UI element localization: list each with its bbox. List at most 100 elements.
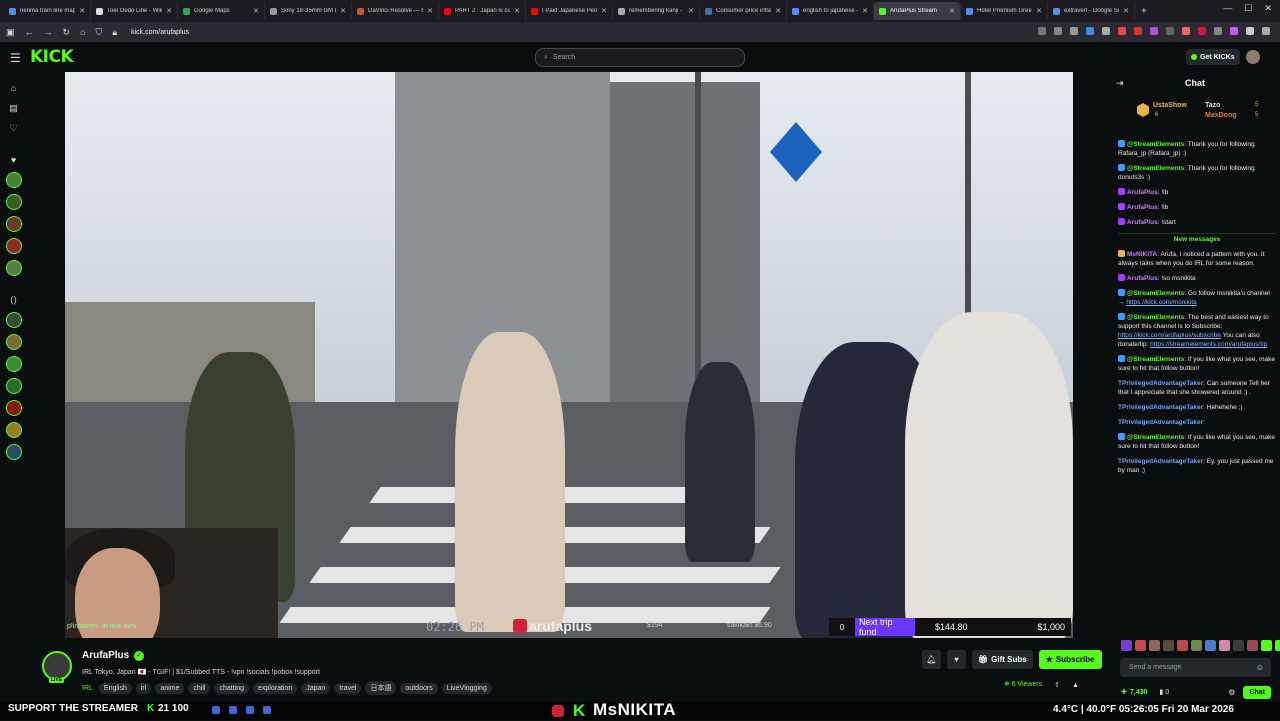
new-tab-button[interactable]: + xyxy=(1135,6,1153,17)
stream-tag[interactable]: travel xyxy=(334,682,362,694)
following-icon[interactable]: ♡ xyxy=(7,122,20,135)
browser-tab[interactable]: Google Maps ✕ xyxy=(178,2,265,20)
follow-heart-icon[interactable]: ♥ xyxy=(947,650,966,669)
channel-name[interactable]: ArufaPlus xyxy=(82,650,129,661)
menu-icon[interactable] xyxy=(1262,27,1270,35)
stream-tag[interactable]: anime xyxy=(155,682,185,694)
chat-username[interactable]: TPrivilegedAdvantageTaker xyxy=(1118,380,1203,387)
emote-icon[interactable] xyxy=(1135,640,1146,651)
browser-tab[interactable]: I Paid Japanese Peopl ✕ xyxy=(526,2,613,20)
browser-tab[interactable]: remembering kanji - C ✕ xyxy=(613,2,700,20)
tab-close-icon[interactable]: ✕ xyxy=(1123,7,1129,15)
category-link[interactable]: IRL xyxy=(82,685,93,692)
emoji-icon[interactable]: ☺ xyxy=(1256,663,1264,672)
leaderboard-name[interactable]: MaxDong xyxy=(1205,112,1237,119)
tab-close-icon[interactable]: ✕ xyxy=(862,7,868,15)
tab-close-icon[interactable]: ✕ xyxy=(688,7,694,15)
emote-icon[interactable] xyxy=(1219,640,1230,651)
followed-channel-avatar[interactable] xyxy=(6,216,22,232)
emote-icon[interactable] xyxy=(1121,640,1132,651)
url-field[interactable]: kick.com/arufaplus xyxy=(131,29,189,36)
leaderboard-name[interactable]: UstaShow xyxy=(1153,102,1187,109)
share-icon[interactable]: ⇪ xyxy=(1054,681,1060,689)
chat-username[interactable]: @StreamElements xyxy=(1127,434,1184,441)
chat-username[interactable]: ArufaPlus xyxy=(1127,204,1158,211)
tab-close-icon[interactable]: ✕ xyxy=(166,7,172,15)
extension-icon[interactable] xyxy=(1198,27,1206,35)
chat-username[interactable]: @StreamElements xyxy=(1127,356,1184,363)
extension-icon[interactable] xyxy=(1166,27,1174,35)
recommended-channel-avatar[interactable] xyxy=(6,356,22,372)
chat-username[interactable]: @StreamElements xyxy=(1127,165,1184,172)
browser-tab[interactable]: PART 2 : Japan is curr ✕ xyxy=(439,2,526,20)
hamburger-menu-icon[interactable]: ☰ xyxy=(10,51,21,65)
chat-link[interactable]: https://kick.com/arufaplus/subscribe xyxy=(1118,332,1221,339)
emote-icon[interactable] xyxy=(1149,640,1160,651)
recommended-channel-avatar[interactable] xyxy=(6,334,22,350)
chat-username[interactable]: MsNIKITA xyxy=(1127,251,1157,258)
tab-close-icon[interactable]: ✕ xyxy=(79,7,85,15)
browser-tab[interactable]: Toei Ōedo Line - Wiki ✕ xyxy=(91,2,178,20)
extension-icon[interactable] xyxy=(1230,27,1238,35)
chat-username[interactable]: @StreamElements xyxy=(1127,314,1184,321)
tab-close-icon[interactable]: ✕ xyxy=(340,7,346,15)
home-icon[interactable]: ⌂ xyxy=(80,27,85,37)
close-icon[interactable]: ✕ xyxy=(1264,3,1272,14)
browser-tab[interactable]: ArufaPlus Stream ✕ xyxy=(874,2,961,20)
user-avatar[interactable] xyxy=(1246,50,1260,64)
forward-icon[interactable]: → xyxy=(44,27,53,37)
chat-username[interactable]: TPrivilegedAdvantageTaker xyxy=(1118,458,1203,465)
stream-tag[interactable]: Japan xyxy=(301,682,331,694)
followed-channel-avatar[interactable] xyxy=(6,260,22,276)
browser-tab[interactable]: english to japanese - ✕ xyxy=(787,2,874,20)
browser-tab[interactable]: Hotel Premium Green ✕ xyxy=(961,2,1048,20)
search-input[interactable]: ⌕ Search xyxy=(535,48,745,67)
stream-tag[interactable]: chill xyxy=(188,682,211,694)
emote-icon[interactable] xyxy=(1233,640,1244,651)
minimize-icon[interactable]: — xyxy=(1223,3,1232,14)
download-icon[interactable] xyxy=(1086,27,1094,35)
extension-icon[interactable] xyxy=(1150,27,1158,35)
chat-input[interactable]: Send a message ☺ xyxy=(1120,658,1271,677)
extension-icon[interactable] xyxy=(1118,27,1126,35)
tab-close-icon[interactable]: ✕ xyxy=(514,7,520,15)
video-player[interactable] xyxy=(65,72,1073,638)
emote-icon[interactable] xyxy=(1247,640,1258,651)
extension-icon[interactable] xyxy=(1182,27,1190,35)
emote-icon[interactable] xyxy=(1177,640,1188,651)
chat-link[interactable]: https://kick.com/msnikita xyxy=(1126,299,1196,306)
sidebar-toggle-icon[interactable]: ▣ xyxy=(6,27,15,38)
tab-close-icon[interactable]: ✕ xyxy=(427,7,433,15)
emote-icon[interactable] xyxy=(1275,640,1280,651)
browse-icon[interactable]: ▤ xyxy=(7,102,20,115)
maximize-icon[interactable]: ☐ xyxy=(1244,3,1252,14)
recommended-channel-avatar[interactable] xyxy=(6,444,22,460)
notification-bell-icon[interactable]: 🔔︎ xyxy=(922,650,941,669)
gift-subs-button[interactable]: 🎁︎ Gift Subs xyxy=(972,650,1033,669)
chat-username[interactable]: TPrivilegedAdvantageTaker xyxy=(1118,404,1203,411)
recommended-channel-avatar[interactable] xyxy=(6,400,22,416)
browser-tab[interactable]: DaVinci Resolve — M ✕ xyxy=(352,2,439,20)
tab-close-icon[interactable]: ✕ xyxy=(1036,7,1042,15)
extension-icon[interactable] xyxy=(1246,27,1254,35)
back-icon[interactable]: ← xyxy=(25,27,34,37)
chat-username[interactable]: ArufaPlus xyxy=(1127,219,1158,226)
browser-tab[interactable]: Consumer price inflati ✕ xyxy=(700,2,787,20)
emote-icon[interactable] xyxy=(1163,640,1174,651)
browser-tab[interactable]: extravert - Google Se ✕ xyxy=(1048,2,1135,20)
stream-tag[interactable]: chatting xyxy=(214,682,249,694)
recommended-channel-avatar[interactable] xyxy=(6,312,22,328)
chat-username[interactable]: ArufaPlus xyxy=(1127,189,1158,196)
kick-logo[interactable]: KICK xyxy=(30,47,74,67)
recommended-channel-avatar[interactable] xyxy=(6,378,22,394)
extension-icon[interactable] xyxy=(1054,27,1062,35)
extension-icon[interactable] xyxy=(1134,27,1142,35)
emote-icon[interactable] xyxy=(1191,640,1202,651)
stream-tag[interactable]: exploration xyxy=(253,682,298,694)
recommended-channel-avatar[interactable] xyxy=(6,422,22,438)
reload-icon[interactable]: ↻ xyxy=(63,27,71,38)
get-kicks-button[interactable]: Get KICKs xyxy=(1186,49,1240,65)
shield-icon[interactable]: ⛉ xyxy=(96,27,103,38)
send-chat-button[interactable]: Chat xyxy=(1243,685,1271,699)
tab-close-icon[interactable]: ✕ xyxy=(601,7,607,15)
